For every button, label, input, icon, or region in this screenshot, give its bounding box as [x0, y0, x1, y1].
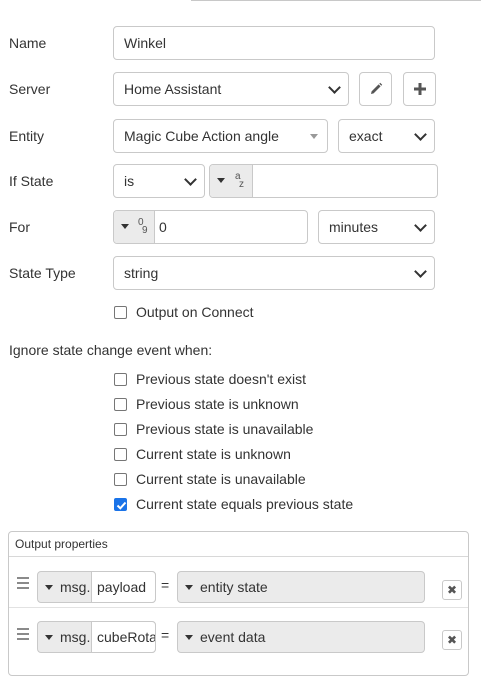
caret-down-icon [45, 635, 53, 640]
if-state-type-button[interactable]: a z [210, 165, 253, 197]
output-property-row: msg. cubeRota = event data ✖ [9, 609, 468, 659]
ignore-option-label: Previous state is unknown [136, 396, 299, 412]
caret-down-icon [217, 178, 225, 183]
entity-select-value: Magic Cube Action angle [124, 128, 279, 144]
entity-match-value: exact [349, 128, 383, 144]
output-on-connect-checkbox[interactable] [114, 306, 127, 319]
if-state-operator-select[interactable]: is [113, 164, 205, 198]
equals-sign: = [161, 577, 170, 593]
ignore-option-label: Current state is unknown [136, 446, 291, 462]
for-value: 0 [159, 219, 167, 235]
if-state-operator-value: is [124, 173, 135, 189]
caret-down-icon [310, 134, 318, 139]
name-label: Name [9, 35, 47, 51]
pencil-icon [370, 82, 382, 94]
msg-prefix: msg. [60, 579, 91, 595]
remove-row-button[interactable]: ✖ [442, 630, 462, 650]
remove-row-button[interactable]: ✖ [442, 580, 462, 600]
output-properties-title: Output properties [9, 532, 468, 557]
close-icon: ✖ [446, 583, 458, 597]
state-type-label: State Type [9, 265, 76, 281]
if-state-label: If State [9, 173, 54, 189]
ignore-option-checkbox[interactable] [114, 498, 127, 511]
state-type-value: string [124, 265, 159, 281]
checkmark-icon [116, 501, 127, 510]
ignore-option-checkbox[interactable] [114, 473, 127, 486]
caret-down-icon [185, 635, 193, 640]
close-icon: ✖ [446, 633, 458, 647]
ignore-option-checkbox[interactable] [114, 373, 127, 386]
value-type-label: event data [200, 629, 266, 645]
if-state-typed-input[interactable]: a z [209, 164, 438, 198]
chevron-down-icon [414, 128, 427, 141]
for-unit-value: minutes [329, 219, 379, 235]
chevron-down-icon [414, 265, 427, 278]
edit-server-button[interactable] [359, 72, 392, 106]
chevron-down-icon [328, 81, 341, 94]
name-input[interactable]: Winkel [113, 26, 435, 60]
for-label: For [9, 219, 30, 235]
string-type-icon-sub: z [239, 179, 244, 190]
for-unit-select[interactable]: minutes [318, 210, 435, 244]
msg-property-value[interactable]: cubeRota [91, 621, 156, 653]
value-type-select[interactable]: event data [177, 621, 425, 653]
output-on-connect-label: Output on Connect [136, 304, 254, 320]
add-server-button[interactable] [403, 72, 436, 106]
ignore-option-label: Current state equals previous state [136, 496, 354, 512]
msg-prefix: msg. [60, 629, 91, 645]
for-typed-input[interactable]: 0 9 0 [113, 210, 308, 244]
server-select[interactable]: Home Assistant [113, 72, 349, 106]
ignore-option-checkbox[interactable] [114, 423, 127, 436]
caret-down-icon [121, 224, 129, 229]
chevron-down-icon [414, 219, 427, 232]
entity-match-select[interactable]: exact [338, 119, 435, 153]
value-type-select[interactable]: entity state [177, 571, 425, 603]
caret-down-icon [185, 585, 193, 590]
equals-sign: = [161, 627, 170, 643]
number-type-icon-sub: 9 [142, 225, 148, 236]
top-divider [191, 0, 481, 1]
ignore-option-checkbox[interactable] [114, 448, 127, 461]
drag-handle-icon[interactable] [17, 577, 29, 592]
msg-property-input[interactable]: msg. cubeRota [37, 621, 156, 653]
entity-select[interactable]: Magic Cube Action angle [113, 119, 328, 153]
state-type-select[interactable]: string [113, 256, 435, 290]
entity-label: Entity [9, 128, 45, 144]
msg-property-input[interactable]: msg. payload [37, 571, 156, 603]
ignore-heading: Ignore state change event when: [9, 342, 213, 358]
chevron-down-icon [184, 173, 197, 186]
server-select-value: Home Assistant [124, 81, 222, 97]
drag-handle-icon[interactable] [17, 628, 29, 643]
output-property-row: msg. payload = entity state ✖ [9, 558, 468, 608]
ignore-option-label: Previous state is unavailable [136, 421, 314, 437]
ignore-option-label: Previous state doesn't exist [136, 371, 306, 387]
ignore-option-checkbox[interactable] [114, 398, 127, 411]
msg-property-value[interactable]: payload [91, 571, 156, 603]
ignore-option-label: Current state is unavailable [136, 471, 306, 487]
caret-down-icon [45, 585, 53, 590]
server-label: Server [9, 81, 51, 97]
output-properties-panel: Output properties msg. payload = entity … [8, 531, 469, 676]
value-type-label: entity state [200, 579, 268, 595]
plus-icon [413, 83, 426, 95]
for-type-button[interactable]: 0 9 [114, 211, 155, 243]
